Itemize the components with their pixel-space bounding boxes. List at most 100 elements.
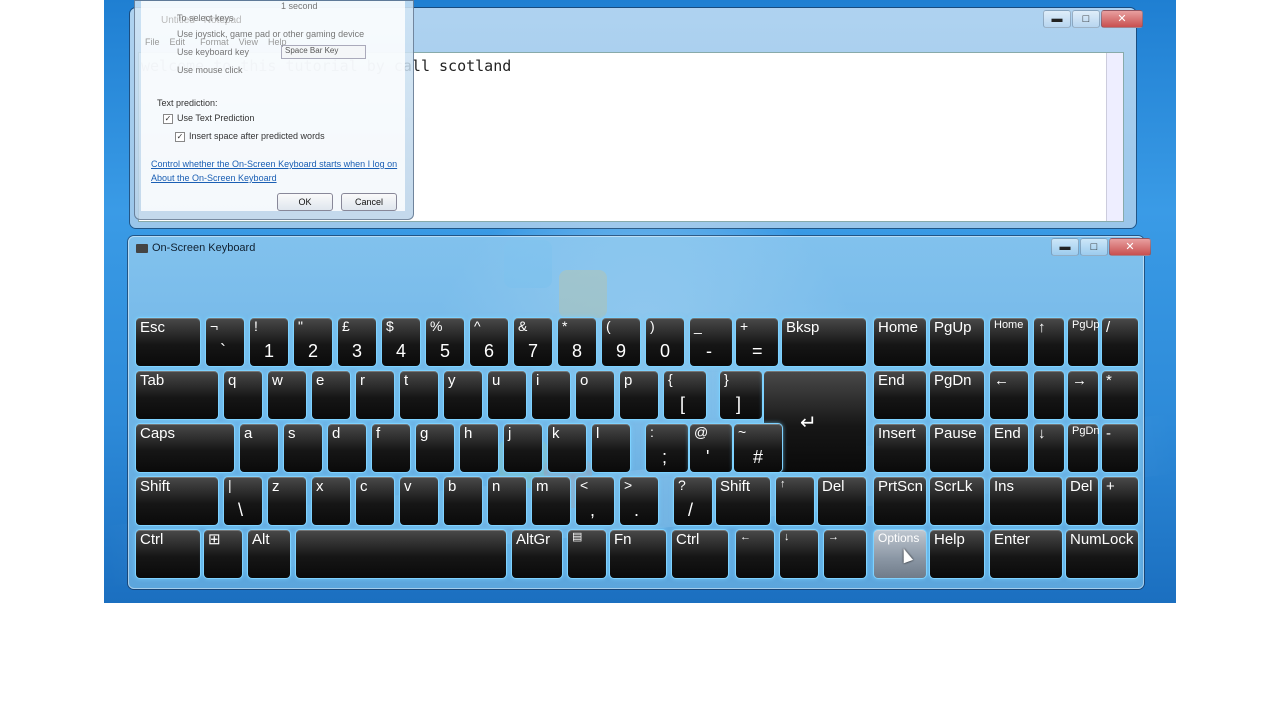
notepad-maximize-button[interactable]: □ bbox=[1072, 10, 1100, 28]
key--[interactable]: >. bbox=[620, 477, 658, 525]
key-4[interactable]: $4 bbox=[382, 318, 420, 366]
key-8[interactable]: * 8 bbox=[558, 318, 596, 366]
key-home[interactable]: Home bbox=[990, 318, 1028, 366]
key--[interactable]: → bbox=[824, 530, 866, 578]
key--[interactable]: @ ' bbox=[690, 424, 732, 472]
key--[interactable]: / bbox=[1102, 318, 1138, 366]
key-0[interactable]: ) 0 bbox=[646, 318, 684, 366]
key--[interactable]: ▤ bbox=[568, 530, 606, 578]
key-j[interactable]: j bbox=[504, 424, 542, 472]
insert-space-checkbox[interactable]: ✓ bbox=[175, 131, 185, 142]
key--[interactable]: | \ bbox=[224, 477, 262, 525]
use-text-prediction-checkbox[interactable]: ✓ bbox=[163, 113, 173, 124]
key-pgup[interactable]: PgUp bbox=[930, 318, 984, 366]
key-u[interactable]: u bbox=[488, 371, 526, 419]
key-t[interactable]: t bbox=[400, 371, 438, 419]
key-fn[interactable]: Fn bbox=[610, 530, 666, 578]
key-ins[interactable]: Ins bbox=[990, 477, 1062, 525]
key-k[interactable]: k bbox=[548, 424, 586, 472]
key--[interactable]: → bbox=[1068, 371, 1098, 419]
key--[interactable]: ↑ bbox=[1034, 318, 1064, 366]
key-w[interactable]: w bbox=[268, 371, 306, 419]
key-pause[interactable]: Pause bbox=[930, 424, 984, 472]
key-o[interactable]: o bbox=[576, 371, 614, 419]
key--[interactable]: {[ bbox=[664, 371, 706, 419]
key--[interactable]: ~ # bbox=[734, 424, 782, 472]
key-numlock[interactable]: NumLock bbox=[1066, 530, 1138, 578]
key-altgr[interactable]: AltGr bbox=[512, 530, 562, 578]
key-end[interactable]: End bbox=[874, 371, 926, 419]
key-5[interactable]: % 5 bbox=[426, 318, 464, 366]
key--[interactable]: ↓ bbox=[780, 530, 818, 578]
key-3[interactable]: £3 bbox=[338, 318, 376, 366]
key-end[interactable]: End bbox=[990, 424, 1028, 472]
key-m[interactable]: m bbox=[532, 477, 570, 525]
key--[interactable]: * bbox=[1102, 371, 1138, 419]
key-prtscn[interactable]: PrtScn bbox=[874, 477, 926, 525]
key-shift[interactable]: Shift bbox=[136, 477, 218, 525]
key-g[interactable]: g bbox=[416, 424, 454, 472]
key-r[interactable]: r bbox=[356, 371, 394, 419]
key--[interactable]: }] bbox=[720, 371, 762, 419]
key-shift[interactable]: Shift bbox=[716, 477, 770, 525]
key-v[interactable]: v bbox=[400, 477, 438, 525]
key-1[interactable]: ! 1 bbox=[250, 318, 288, 366]
key-l[interactable]: l bbox=[592, 424, 630, 472]
key-d[interactable]: d bbox=[328, 424, 366, 472]
key--[interactable]: ↓ bbox=[1034, 424, 1064, 472]
ok-button[interactable]: OK bbox=[277, 193, 333, 211]
key-home[interactable]: Home bbox=[874, 318, 926, 366]
key-enter[interactable]: Enter bbox=[990, 530, 1062, 578]
about-link[interactable]: About the On-Screen Keyboard bbox=[151, 173, 277, 183]
key-ctrl[interactable]: Ctrl bbox=[672, 530, 728, 578]
key-insert[interactable]: Insert bbox=[874, 424, 926, 472]
key-alt[interactable]: Alt bbox=[248, 530, 290, 578]
key-y[interactable]: y bbox=[444, 371, 482, 419]
scan-key-select[interactable]: Space Bar Key bbox=[281, 45, 366, 59]
key-n[interactable]: n bbox=[488, 477, 526, 525]
key-del[interactable]: Del bbox=[1066, 477, 1098, 525]
key-e[interactable]: e bbox=[312, 371, 350, 419]
key--[interactable]: + bbox=[1102, 477, 1138, 525]
cancel-button[interactable]: Cancel bbox=[341, 193, 397, 211]
key--[interactable]: <, bbox=[576, 477, 614, 525]
key-i[interactable]: i bbox=[532, 371, 570, 419]
key-z[interactable]: z bbox=[268, 477, 306, 525]
key--[interactable]: + = bbox=[736, 318, 778, 366]
key--[interactable]: ↑ bbox=[776, 477, 814, 525]
key-a[interactable]: a bbox=[240, 424, 278, 472]
key--[interactable]: - bbox=[1102, 424, 1138, 472]
key-esc[interactable]: Esc bbox=[136, 318, 200, 366]
key--[interactable]: ← bbox=[990, 371, 1028, 419]
key-pgdn[interactable]: PgDn bbox=[1068, 424, 1100, 472]
key-s[interactable]: s bbox=[284, 424, 322, 472]
startup-link[interactable]: Control whether the On-Screen Keyboard s… bbox=[151, 159, 397, 169]
key-p[interactable]: p bbox=[620, 371, 658, 419]
key-b[interactable]: b bbox=[444, 477, 482, 525]
key-del[interactable]: Del bbox=[818, 477, 866, 525]
notepad-close-button[interactable]: ✕ bbox=[1101, 10, 1143, 28]
notepad-scrollbar[interactable] bbox=[1106, 53, 1123, 221]
key--[interactable]: ← bbox=[736, 530, 774, 578]
use-text-prediction-row[interactable]: ✓ Use Text Prediction bbox=[163, 113, 254, 124]
key-ctrl[interactable]: Ctrl bbox=[136, 530, 200, 578]
key--[interactable]: _ - bbox=[690, 318, 732, 366]
key-scrlk[interactable]: ScrLk bbox=[930, 477, 984, 525]
key-help[interactable]: Help bbox=[930, 530, 984, 578]
key-f[interactable]: f bbox=[372, 424, 410, 472]
key-9[interactable]: (9 bbox=[602, 318, 640, 366]
key-x[interactable]: x bbox=[312, 477, 350, 525]
insert-space-row[interactable]: ✓ Insert space after predicted words bbox=[175, 131, 325, 142]
key-tab[interactable]: Tab bbox=[136, 371, 218, 419]
key-blankspace[interactable] bbox=[296, 530, 506, 578]
notepad-minimize-button[interactable]: ▬ bbox=[1043, 10, 1071, 28]
key-pgup[interactable]: PgUp bbox=[1068, 318, 1100, 366]
key-h[interactable]: h bbox=[460, 424, 498, 472]
key--[interactable]: ¬ ` bbox=[206, 318, 244, 366]
key-6[interactable]: ^ 6 bbox=[470, 318, 508, 366]
key-blankspace[interactable] bbox=[1034, 371, 1064, 419]
key--[interactable]: :; bbox=[646, 424, 688, 472]
key-q[interactable]: q bbox=[224, 371, 262, 419]
key-caps[interactable]: Caps bbox=[136, 424, 234, 472]
key-bksp[interactable]: Bksp bbox=[782, 318, 866, 366]
